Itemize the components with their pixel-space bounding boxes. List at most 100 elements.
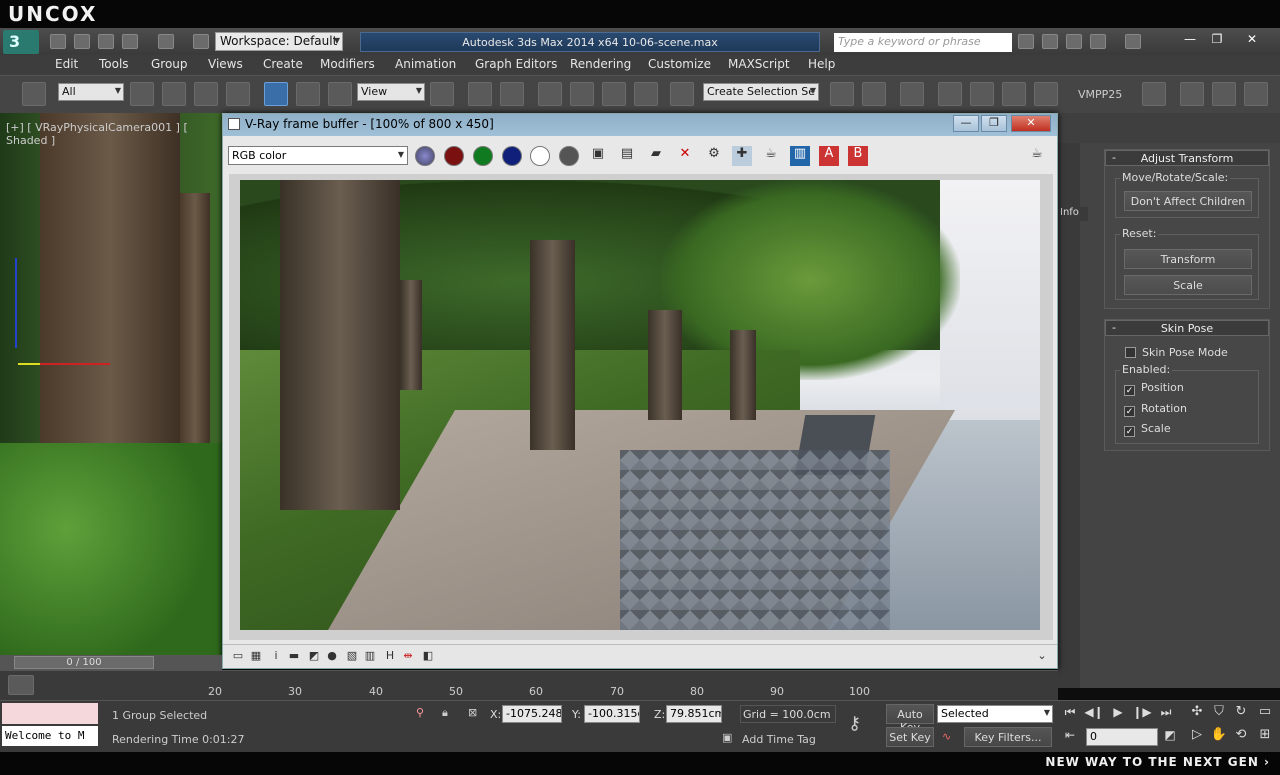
time-slider[interactable]: 0 / 100 — [0, 655, 222, 670]
rotation-checkbox[interactable]: ✓ Rotation — [1124, 402, 1187, 417]
save-image-icon[interactable]: ▣ — [588, 146, 608, 166]
lut-icon[interactable]: ▧ — [345, 649, 359, 663]
clamp-colors-icon[interactable]: ⇹ — [401, 649, 415, 663]
menu-animation[interactable]: Animation — [395, 57, 456, 71]
previous-frame-icon[interactable]: ◀❙ — [1084, 705, 1104, 723]
undo-icon[interactable] — [122, 34, 138, 49]
red-channel-icon[interactable] — [444, 146, 464, 166]
percent-snap-icon[interactable] — [602, 82, 626, 106]
save-file-icon[interactable] — [98, 34, 114, 49]
ab-compare-icon[interactable]: A — [819, 146, 839, 166]
green-channel-icon[interactable] — [473, 146, 493, 166]
viewport-label[interactable]: [+] [ VRayPhysicalCamera001 ] [ Shaded ] — [6, 121, 222, 147]
app-menu-button[interactable]: 3 — [3, 30, 39, 54]
track-bar[interactable]: 20 30 40 50 60 70 80 90 100 — [0, 670, 1058, 700]
pixel-info-icon[interactable]: i — [269, 649, 283, 663]
layer-manager-icon[interactable] — [900, 82, 924, 106]
next-frame-icon[interactable]: ❙▶ — [1132, 705, 1152, 723]
render-history-icon[interactable]: ▦ — [249, 649, 263, 663]
exposure-icon[interactable]: ● — [325, 649, 339, 663]
binoculars-icon[interactable] — [1018, 34, 1034, 49]
icc-icon[interactable]: ▥ — [363, 649, 377, 663]
menu-help[interactable]: Help — [808, 57, 835, 71]
play-icon[interactable]: ▶ — [1108, 705, 1128, 723]
skin-pose-header[interactable]: - Skin Pose — [1105, 320, 1269, 336]
scale-icon[interactable] — [328, 82, 352, 106]
clear-image-icon[interactable]: ✕ — [675, 146, 695, 166]
selection-lock-icon[interactable]: 🔒︎ — [442, 706, 448, 720]
field-of-view-icon[interactable]: ▷ — [1186, 727, 1208, 747]
perspective-viewport[interactable]: [+] [ VRayPhysicalCamera001 ] [ Shaded ] — [0, 113, 222, 658]
maxscript-listener-output[interactable]: Welcome to M — [2, 726, 98, 746]
bind-spacewarp-icon[interactable] — [22, 82, 46, 106]
named-selection-select[interactable]: Create Selection Se — [703, 83, 819, 101]
menu-customize[interactable]: Customize — [648, 57, 711, 71]
scale-checkbox[interactable]: ✓ Scale — [1124, 422, 1171, 437]
render-iterative-icon[interactable] — [1244, 82, 1268, 106]
new-file-icon[interactable] — [50, 34, 66, 49]
reset-scale-button[interactable]: Scale — [1124, 275, 1252, 295]
material-editor-icon[interactable] — [1034, 82, 1058, 106]
close-icon[interactable]: ✕ — [1238, 32, 1266, 50]
curves-icon[interactable]: ◩ — [307, 649, 321, 663]
key-mode-select[interactable]: Selected — [937, 705, 1053, 723]
z-coordinate-field[interactable]: 79.851cm — [666, 705, 722, 723]
time-slider-thumb[interactable]: 0 / 100 — [14, 656, 154, 669]
project-folder-icon[interactable] — [193, 34, 209, 49]
menu-modifiers[interactable]: Modifiers — [320, 57, 375, 71]
graphite-ribbon-icon[interactable] — [938, 82, 962, 106]
goto-end-icon[interactable]: ⏭ — [1156, 705, 1176, 723]
save-all-channels-icon[interactable]: ▤ — [617, 146, 637, 166]
align-icon[interactable] — [862, 82, 886, 106]
key-mode-icon[interactable]: ∿ — [942, 730, 951, 743]
open-file-icon[interactable] — [74, 34, 90, 49]
channel-select[interactable]: RGB color — [228, 146, 408, 165]
track-mouse-icon[interactable]: ⚙ — [704, 146, 724, 166]
menu-graph-editors[interactable]: Graph Editors — [475, 57, 557, 71]
spinner-snap-icon[interactable] — [634, 82, 658, 106]
search-input[interactable]: Type a keyword or phrase — [834, 33, 1012, 52]
blue-channel-icon[interactable] — [502, 146, 522, 166]
levels-icon[interactable]: ▬ — [287, 649, 301, 663]
expand-panel-icon[interactable]: ⌄ — [1035, 649, 1049, 663]
workspace-select[interactable]: Workspace: Default — [215, 32, 343, 51]
move-icon[interactable] — [264, 82, 288, 106]
snaps-toggle-icon[interactable] — [538, 82, 562, 106]
time-config-icon[interactable]: ◩ — [1160, 728, 1180, 746]
reset-transform-button[interactable]: Transform — [1124, 249, 1252, 269]
pivot-center-icon[interactable] — [430, 82, 454, 106]
angle-snap-icon[interactable] — [570, 82, 594, 106]
key-mode-toggle-icon[interactable]: ⇤ — [1060, 728, 1080, 746]
set-key-button[interactable]: Set Key — [886, 727, 934, 747]
menu-maxscript[interactable]: MAXScript — [728, 57, 790, 71]
menu-create[interactable]: Create — [263, 57, 303, 71]
alpha-channel-icon[interactable] — [530, 146, 550, 166]
set-key-icon[interactable]: ⚷ — [848, 713, 861, 734]
skin-pose-mode-checkbox[interactable]: Skin Pose Mode — [1125, 346, 1228, 359]
y-coordinate-field[interactable]: -100.315cr — [584, 705, 640, 723]
redo-icon[interactable] — [158, 34, 174, 49]
menu-group[interactable]: Group — [151, 57, 188, 71]
current-frame-field[interactable]: 0 — [1086, 728, 1158, 746]
menu-views[interactable]: Views — [208, 57, 243, 71]
favorites-star-icon[interactable] — [1090, 34, 1106, 49]
vfb-render-teapot-icon[interactable]: ☕ — [1027, 146, 1047, 166]
show-settings-icon[interactable]: ▭ — [231, 649, 245, 663]
histogram-icon[interactable]: H — [383, 649, 397, 663]
help-icon[interactable] — [1125, 34, 1141, 49]
vfb-minimize-icon[interactable]: — — [953, 115, 979, 132]
select-object-icon[interactable] — [130, 82, 154, 106]
restore-icon[interactable]: ❐ — [1203, 32, 1231, 50]
zoom-all-icon[interactable]: ⛉ — [1208, 704, 1230, 724]
auto-key-button[interactable]: Auto Key — [886, 704, 934, 734]
subscription-icon[interactable] — [1042, 34, 1058, 49]
srgb-icon[interactable]: ◧ — [421, 649, 435, 663]
mini-curve-editor-icon[interactable] — [8, 675, 34, 695]
region-render-icon[interactable]: ✚ — [732, 146, 752, 166]
position-checkbox[interactable]: ✓ Position — [1124, 381, 1184, 396]
zoom-icon[interactable]: ✣ — [1186, 704, 1208, 724]
vfb-maximize-icon[interactable]: ❐ — [981, 115, 1007, 132]
orbit-camera-icon[interactable]: ↻ — [1230, 704, 1252, 724]
menu-rendering[interactable]: Rendering — [570, 57, 631, 71]
render-last-icon[interactable]: ☕ — [761, 146, 781, 166]
